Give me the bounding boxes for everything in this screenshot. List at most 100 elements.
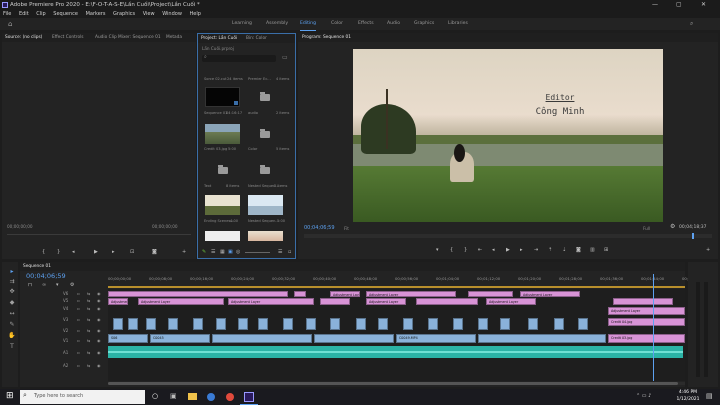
menu-markers[interactable]: Markers bbox=[86, 11, 106, 17]
add-marker-icon[interactable]: ▾ bbox=[436, 247, 439, 253]
tab-sequence-01[interactable]: Sequence 01 bbox=[23, 262, 51, 271]
menu-clip[interactable]: Clip bbox=[36, 11, 45, 17]
step-forward-icon[interactable]: ▸ bbox=[112, 249, 115, 255]
video-clip[interactable] bbox=[378, 318, 388, 330]
linked-selection-icon[interactable]: ∞ bbox=[42, 282, 46, 288]
mark-out-icon[interactable]: } bbox=[464, 247, 467, 253]
workspace-libraries[interactable]: Libraries bbox=[448, 18, 468, 30]
adjustment-clip[interactable] bbox=[613, 298, 673, 305]
clock-time[interactable]: 4:46 PM bbox=[674, 390, 702, 395]
video-clip[interactable]: C0049.MP4 bbox=[396, 334, 476, 343]
lock-icon[interactable]: ▫ bbox=[77, 306, 80, 311]
sync-icon[interactable]: ⇆ bbox=[87, 306, 90, 311]
chrome-icon[interactable] bbox=[226, 393, 234, 401]
tab-project[interactable]: Project: Lần Cuối bbox=[201, 34, 237, 43]
adjustment-clip[interactable]: Adjustment Layer bbox=[520, 291, 580, 297]
adjustment-clip[interactable]: Adjustment Layer bbox=[108, 298, 128, 305]
video-clip[interactable] bbox=[283, 318, 293, 330]
fit-dropdown[interactable]: Fit bbox=[344, 226, 349, 231]
folder-icon[interactable] bbox=[260, 129, 270, 138]
task-view-button-icon[interactable]: ▣ bbox=[170, 392, 177, 400]
clock-date[interactable]: 1/12/2021 bbox=[674, 397, 702, 402]
ripple-edit-tool-icon[interactable]: ✥ bbox=[8, 288, 16, 296]
tracks-area[interactable]: Adjustment Layer Adjustment Layer Adjust… bbox=[108, 274, 685, 381]
home-icon[interactable]: ⌂ bbox=[8, 18, 12, 30]
tray-icons[interactable]: ⌃ ▭ ♪ bbox=[636, 393, 651, 399]
video-clip[interactable] bbox=[216, 318, 226, 330]
tab-source[interactable]: Source: (no clips) bbox=[5, 33, 42, 42]
nested-sequence-thumbnail[interactable] bbox=[248, 195, 283, 215]
folder-icon[interactable] bbox=[260, 92, 270, 101]
eye-icon[interactable]: ◉ bbox=[97, 306, 101, 311]
lift-icon[interactable]: ⇡ bbox=[548, 247, 552, 253]
video-clip[interactable] bbox=[306, 318, 316, 330]
adjustment-clip[interactable]: Adjustment Layer bbox=[228, 298, 314, 305]
video-clip[interactable] bbox=[146, 318, 156, 330]
video-clip[interactable] bbox=[128, 318, 138, 330]
sort-icon[interactable]: ☰ bbox=[278, 249, 282, 255]
minimize-button[interactable]: — bbox=[652, 0, 658, 10]
adjustment-clip[interactable]: Adjustment Layer bbox=[366, 291, 456, 297]
folder-icon[interactable] bbox=[260, 165, 270, 174]
taskbar-search[interactable]: ⌕ Type here to search bbox=[20, 390, 145, 404]
eye-icon[interactable]: ◉ bbox=[97, 328, 101, 333]
adjustment-clip[interactable]: Adjustment Layer bbox=[138, 298, 224, 305]
step-forward-icon[interactable]: ▸ bbox=[520, 247, 523, 253]
comparison-view-icon[interactable]: ▥ bbox=[590, 247, 595, 253]
ending-scene-thumbnail[interactable] bbox=[205, 195, 240, 215]
go-to-out-icon[interactable]: ⇥ bbox=[534, 247, 538, 253]
adjustment-clip[interactable] bbox=[320, 298, 350, 305]
selection-tool-icon[interactable]: ▸ bbox=[8, 268, 16, 276]
playhead-icon[interactable] bbox=[692, 233, 694, 239]
video-clip[interactable] bbox=[330, 318, 340, 330]
timeline-timecode[interactable]: 00;04;06;59 bbox=[26, 272, 66, 280]
tab-program[interactable]: Program: Sequence 01 bbox=[302, 33, 351, 42]
workspace-color[interactable]: Color bbox=[331, 18, 343, 30]
white-thumbnail[interactable] bbox=[205, 231, 240, 241]
adjustment-clip[interactable]: Adjustment Layer bbox=[330, 291, 360, 297]
notification-icon[interactable]: ▤ bbox=[706, 392, 713, 400]
credit-image-thumbnail[interactable] bbox=[205, 124, 240, 144]
hand-tool-icon[interactable]: ✋ bbox=[8, 332, 16, 340]
lock-icon[interactable]: ▫ bbox=[77, 328, 80, 333]
zoom-icon[interactable]: ◎ bbox=[236, 249, 240, 255]
close-button[interactable]: ✕ bbox=[701, 0, 706, 10]
play-icon[interactable]: ▶ bbox=[506, 247, 510, 253]
video-clip[interactable] bbox=[478, 318, 488, 330]
video-clip[interactable] bbox=[453, 318, 463, 330]
freeform-view-icon[interactable]: ▣ bbox=[228, 249, 233, 255]
workspace-audio[interactable]: Audio bbox=[387, 18, 400, 30]
windows-start-icon[interactable]: ⊞ bbox=[6, 391, 14, 401]
quality-dropdown[interactable]: Full bbox=[643, 226, 650, 231]
task-view-icon[interactable]: ○ bbox=[152, 392, 158, 400]
type-tool-icon[interactable]: T bbox=[8, 343, 16, 351]
video-clip[interactable] bbox=[193, 318, 203, 330]
snap-icon[interactable]: ⊓ bbox=[28, 282, 32, 288]
menu-graphics[interactable]: Graphics bbox=[113, 11, 135, 17]
list-view-icon[interactable]: ☰ bbox=[211, 249, 215, 255]
adjustment-clip[interactable] bbox=[416, 298, 478, 305]
add-button-icon[interactable]: + bbox=[182, 249, 186, 255]
folder-icon[interactable] bbox=[218, 165, 228, 174]
tab-bin-color[interactable]: Bin: Color bbox=[246, 34, 267, 43]
timeline-scrollbar[interactable] bbox=[108, 382, 685, 385]
lock-icon[interactable]: ▫ bbox=[77, 338, 80, 343]
menu-window[interactable]: Window bbox=[162, 11, 182, 17]
new-bin-icon[interactable]: ▭ bbox=[282, 54, 288, 61]
workspace-assembly[interactable]: Assembly bbox=[266, 18, 288, 30]
eye-icon[interactable]: ◉ bbox=[97, 291, 101, 296]
mark-in-icon[interactable]: { bbox=[450, 247, 453, 253]
sync-icon[interactable]: ⇆ bbox=[87, 338, 90, 343]
credit-clip[interactable]: Credit 04.jpg bbox=[608, 318, 685, 326]
camera-icon[interactable]: ◙ bbox=[152, 249, 157, 255]
adjustment-clip[interactable]: Adjustment Layer bbox=[486, 298, 536, 305]
premiere-taskbar-icon[interactable] bbox=[244, 392, 254, 402]
eye-icon[interactable]: ◉ bbox=[97, 317, 101, 322]
timeline-playhead[interactable] bbox=[653, 274, 654, 381]
menu-sequence[interactable]: Sequence bbox=[53, 11, 78, 17]
video-clip[interactable] bbox=[238, 318, 248, 330]
slip-tool-icon[interactable]: ↔ bbox=[8, 310, 16, 318]
tab-metadata[interactable]: Metada bbox=[166, 33, 182, 42]
menu-edit[interactable]: Edit bbox=[19, 11, 29, 17]
eye-icon[interactable]: ◉ bbox=[97, 363, 101, 368]
